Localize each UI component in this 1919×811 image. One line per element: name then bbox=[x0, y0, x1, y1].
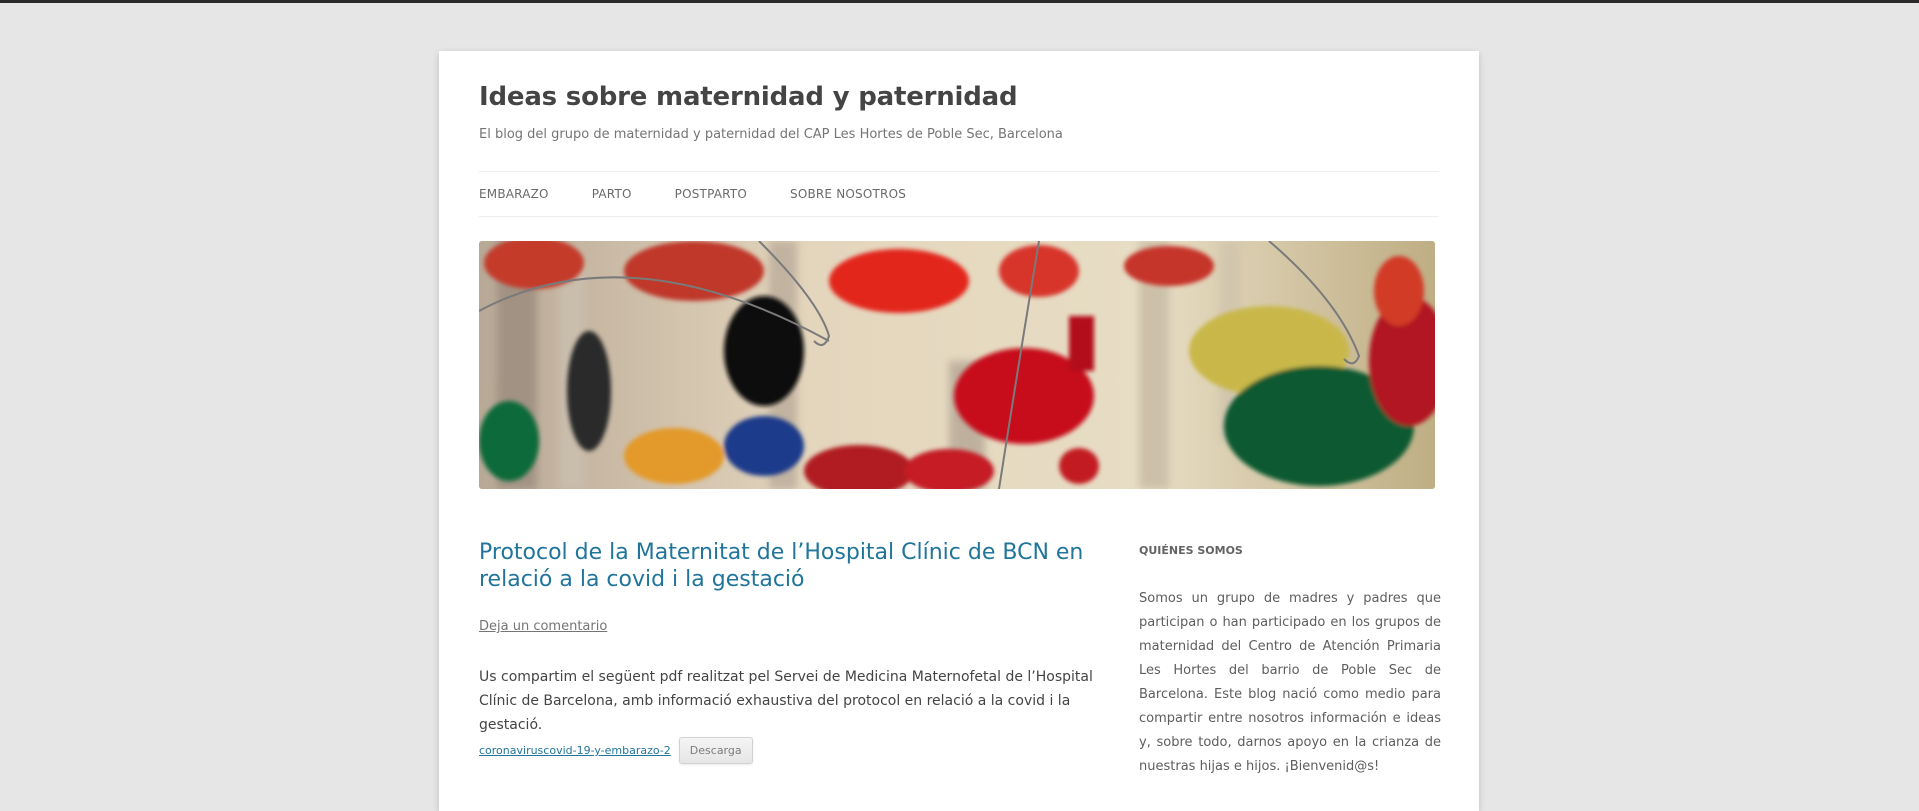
nav-item-parto[interactable]: PARTO bbox=[592, 187, 632, 201]
mobile-photo-illustration bbox=[479, 241, 1435, 489]
pdf-file-link[interactable]: coronaviruscovid-19-y-embarazo-2 bbox=[479, 744, 671, 757]
widget-text: Somos un grupo de madres y padres que pa… bbox=[1139, 591, 1441, 774]
post-content: Us compartim el següent pdf realitzat pe… bbox=[479, 669, 1093, 733]
top-bar bbox=[0, 0, 1919, 3]
site-title[interactable]: Ideas sobre maternidad y paternidad bbox=[479, 82, 1018, 112]
page-container: Ideas sobre maternidad y paternidad El b… bbox=[439, 51, 1479, 811]
site-description: El blog del grupo de maternidad y patern… bbox=[479, 127, 1063, 142]
post-title[interactable]: Protocol de la Maternitat de l’Hospital … bbox=[479, 539, 1104, 593]
nav-item-sobre-nosotros[interactable]: SOBRE NOSOTROS bbox=[790, 187, 906, 201]
nav-item-embarazo[interactable]: EMBARAZO bbox=[479, 187, 549, 201]
header-image bbox=[479, 241, 1435, 489]
main-navigation: EMBARAZO PARTO POSTPARTO SOBRE NOSOTROS bbox=[479, 171, 1439, 217]
widget-title: QUIÉNES SOMOS bbox=[1139, 544, 1243, 557]
leave-comment-link[interactable]: Deja un comentario bbox=[479, 619, 607, 634]
download-button[interactable]: Descarga bbox=[678, 737, 753, 764]
nav-item-postparto[interactable]: POSTPARTO bbox=[675, 187, 747, 201]
download-row: coronaviruscovid-19-y-embarazo-2 Descarg… bbox=[479, 737, 753, 764]
